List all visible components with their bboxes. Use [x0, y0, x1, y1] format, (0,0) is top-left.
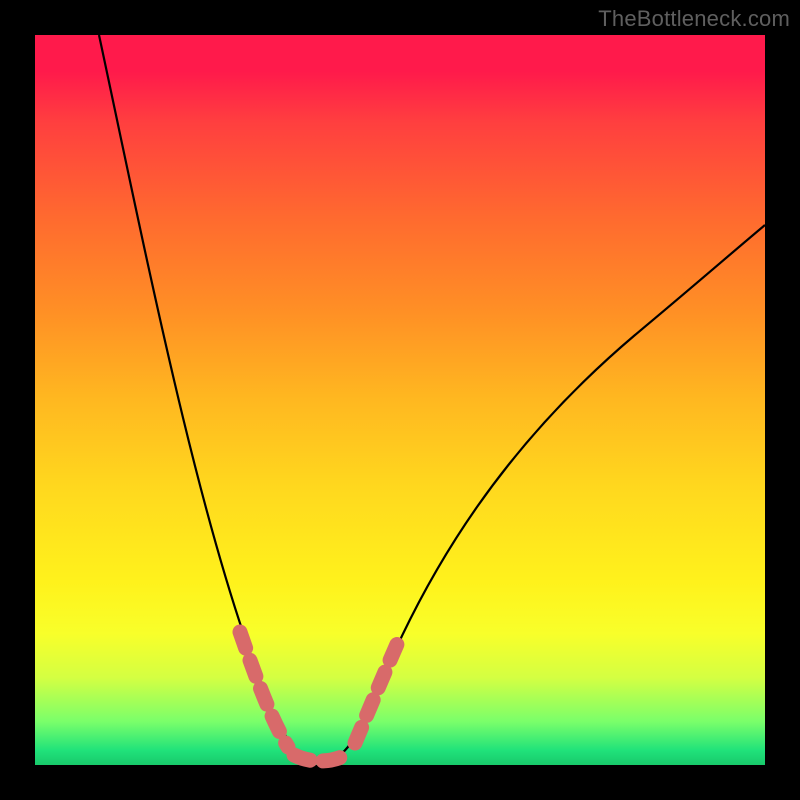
highlight-valley-floor	[294, 755, 346, 761]
watermark-text: TheBottleneck.com	[598, 6, 790, 32]
highlight-right-branch	[355, 633, 402, 743]
highlight-left-branch	[240, 632, 288, 747]
plot-area	[35, 35, 765, 765]
plot-svg	[35, 35, 765, 765]
chart-stage: TheBottleneck.com	[0, 0, 800, 800]
bottleneck-curve	[99, 35, 765, 762]
